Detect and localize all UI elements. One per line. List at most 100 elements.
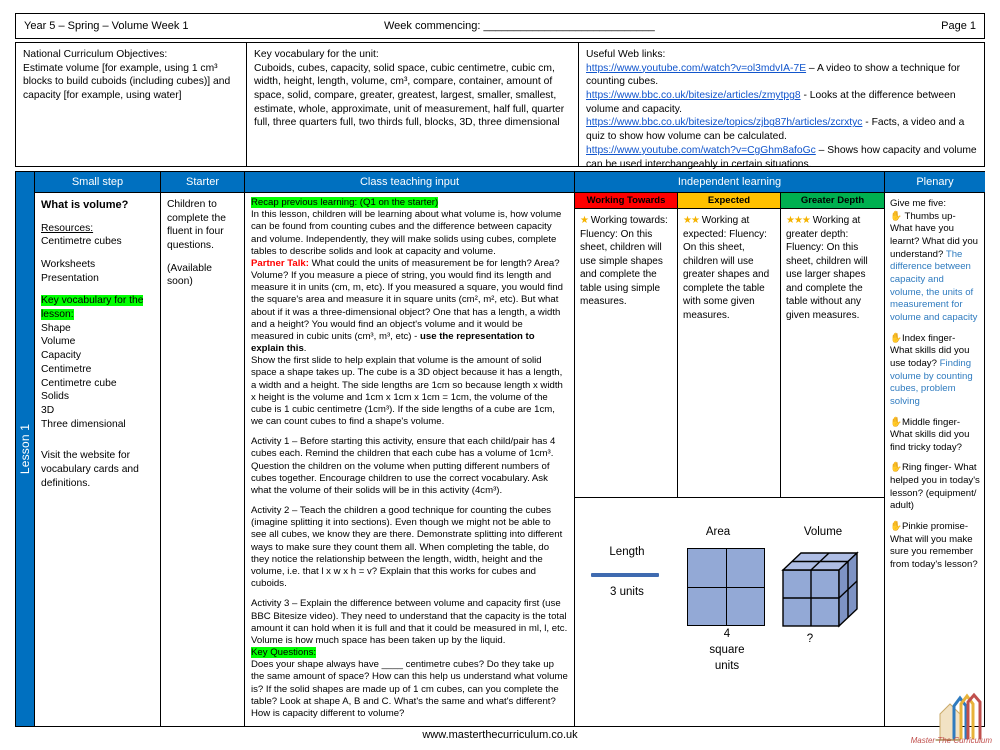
slide-paragraph: Show the first slide to help explain tha… — [251, 355, 563, 428]
measurement-diagram: Length 3 units Area 4 square units Volum… — [575, 498, 884, 726]
small-step-title: What is volume? — [41, 199, 129, 211]
partner-talk-body: What could the units of measurement be f… — [251, 257, 563, 342]
starter-line-2: (Available soon) — [167, 262, 213, 288]
diagram-length-value: 3 units — [610, 586, 644, 598]
key-vocab-item: Centimetre cube — [41, 377, 117, 389]
activity-1: Activity 1 – Before starting this activi… — [251, 436, 556, 496]
partner-talk-label: Partner Talk: — [251, 257, 309, 269]
resource-item: Centimetre cubes — [41, 236, 122, 248]
web-link-3[interactable]: https://www.youtube.com/watch?v=CgGhm8af… — [586, 145, 816, 156]
hand-icon: ✋ — [890, 521, 902, 533]
cell-starter: Children to complete the fluent in four … — [161, 193, 245, 726]
hand-icon: ✋ — [890, 210, 902, 222]
web-links-cell: Useful Web links: https://www.youtube.co… — [579, 43, 984, 170]
web-link-0[interactable]: https://www.youtube.com/watch?v=ol3mdvIA… — [586, 63, 806, 74]
col-header-independent-learning: Independent learning — [575, 172, 885, 192]
lesson-table: Lesson 1 Small step Starter Class teachi… — [15, 171, 985, 727]
partner-talk-end: . — [303, 343, 307, 355]
diagram-volume-label: Volume — [803, 526, 843, 538]
key-vocab-item: Capacity — [41, 350, 82, 362]
web-links-title: Useful Web links: — [586, 49, 666, 60]
lesson-plan-page: Year 5 – Spring – Volume Week 1 Week com… — [0, 0, 1000, 750]
lesson-table-body-row: What is volume? Resources: Centimetre cu… — [35, 193, 985, 726]
lesson-table-header-row: Small step Starter Class teaching input … — [35, 172, 985, 193]
plenary-item: ✋Middle finger- What skills did you find… — [890, 417, 980, 455]
lesson-spine-label: Lesson 1 — [18, 423, 32, 475]
cell-small-step: What is volume? Resources: Centimetre cu… — [35, 193, 161, 726]
key-vocab-item: Shape — [41, 322, 71, 334]
recap-body: In this lesson, children will be learnin… — [251, 209, 562, 257]
key-vocab-item: 3D — [41, 404, 55, 416]
length-segment-icon — [591, 573, 659, 577]
diagram-volume-value: ? — [806, 633, 814, 645]
independent-header-greater-depth: Greater Depth — [781, 193, 884, 209]
key-vocab-item: Three dimensional — [41, 418, 126, 430]
key-vocabulary-body: Cuboids, cubes, capacity, solid space, c… — [254, 62, 565, 129]
independent-body-working-towards: ★ Working towards: Fluency: On this shee… — [575, 209, 677, 314]
key-vocab-item: Centimetre — [41, 363, 92, 375]
col-header-small-step: Small step — [35, 172, 161, 192]
col-header-plenary: Plenary — [885, 172, 985, 192]
diagram-area-value-2: square — [709, 644, 745, 656]
independent-body-expected: ★★ Working at expected: Fluency: On this… — [678, 209, 780, 327]
independent-header-expected: Expected — [678, 193, 780, 209]
diagram-length-label: Length — [609, 546, 645, 558]
header-page-number: Page 1 — [941, 20, 976, 32]
diagram-area-label: Area — [705, 526, 731, 538]
header-term-title: Year 5 – Spring – Volume Week 1 — [24, 20, 189, 32]
star-rating-icon: ★ — [580, 215, 589, 226]
cell-plenary: Give me five: ✋ Thumbs up- What have you… — [885, 193, 985, 726]
independent-col-expected: Expected ★★ Working at expected: Fluency… — [678, 193, 781, 497]
resources-label: Resources: — [41, 222, 94, 234]
independent-learning-columns: Working Towards ★ Working towards: Fluen… — [575, 193, 884, 497]
web-link-2[interactable]: https://www.bbc.co.uk/bitesize/topics/zj… — [586, 117, 862, 128]
independent-lead-0: Working towards: — [590, 215, 668, 226]
web-link-row: https://www.bbc.co.uk/bitesize/topics/zj… — [586, 116, 977, 143]
plenary-intro: Give me five: — [890, 198, 946, 209]
plenary-prompt-3: Ring finger- What helped you in today's … — [890, 462, 980, 512]
independent-text-0: Fluency: On this sheet, children will us… — [580, 228, 663, 308]
lesson-table-columns: Small step Starter Class teaching input … — [35, 172, 985, 726]
activity-2: Activity 2 – Teach the children a good t… — [251, 505, 563, 590]
independent-text-1: Fluency: On this sheet, children will us… — [683, 228, 770, 321]
plenary-item: ✋Ring finger- What helped you in today's… — [890, 462, 980, 513]
web-link-row: https://www.bbc.co.uk/bitesize/articles/… — [586, 89, 977, 116]
material-item: Worksheets — [41, 259, 96, 270]
footer-website-url: www.masterthecurriculum.co.uk — [422, 729, 578, 741]
national-curriculum-cell: National Curriculum Objectives: Estimate… — [16, 43, 247, 166]
key-vocab-item: Volume — [41, 336, 76, 348]
star-rating-icon: ★★ — [683, 215, 700, 226]
page-header-bar: Year 5 – Spring – Volume Week 1 Week com… — [15, 13, 985, 39]
key-vocabulary-cell: Key vocabulary for the unit: Cuboids, cu… — [247, 43, 579, 166]
national-curriculum-title: National Curriculum Objectives: — [23, 49, 168, 60]
independent-learning-wrapper: Working Towards ★ Working towards: Fluen… — [575, 193, 884, 726]
logo-wordmark: Master The Curriculum — [910, 736, 992, 745]
hand-icon: ✋ — [890, 416, 902, 428]
partner-talk-paragraph: Partner Talk: What could the units of me… — [251, 258, 568, 355]
national-curriculum-body: Estimate volume [for example, using 1 cm… — [23, 62, 231, 102]
plenary-prompt-2: Middle finger- What skills did you find … — [890, 416, 970, 453]
independent-header-working-towards: Working Towards — [575, 193, 677, 209]
plenary-prompt-0: Thumbs up- What have you learnt? What di… — [890, 210, 978, 260]
web-link-row: https://www.youtube.com/watch?v=CgGhm8af… — [586, 144, 977, 171]
cell-class-teaching-input: Recap previous learning: (Q1 on the star… — [245, 193, 575, 726]
diagram-area-value-3: units — [714, 660, 740, 672]
cell-independent-learning: Working Towards ★ Working towards: Fluen… — [575, 193, 885, 726]
plenary-item: ✋ Thumbs up- What have you learnt? What … — [890, 211, 980, 325]
plenary-item: ✋Pinkie promise- What will you make sure… — [890, 521, 980, 572]
web-link-1[interactable]: https://www.bbc.co.uk/bitesize/articles/… — [586, 90, 801, 101]
independent-text-2: Fluency: On this sheet, children will us… — [786, 242, 868, 321]
plenary-prompt-4: Pinkie promise- What will you make sure … — [890, 521, 978, 571]
star-rating-icon: ★★★ — [786, 215, 811, 226]
key-vocabulary-lesson-label: Key vocabulary for the lesson: — [41, 295, 144, 321]
independent-col-greater-depth: Greater Depth ★★★ Working at greater dep… — [781, 193, 884, 497]
